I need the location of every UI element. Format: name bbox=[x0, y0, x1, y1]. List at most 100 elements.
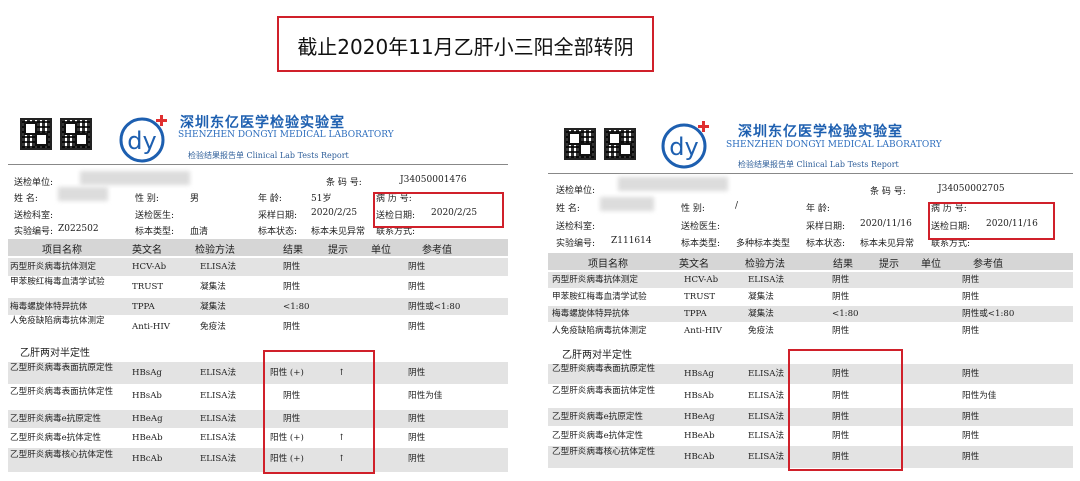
table-row: 丙型肝炎病毒抗体测定 HCV-Ab ELISA法 阴性 阴性 bbox=[548, 272, 1073, 288]
redacted-field bbox=[80, 171, 190, 185]
label-collect-date: 采样日期: bbox=[806, 222, 846, 232]
cell-method: 凝集法 bbox=[748, 292, 774, 302]
cell-method: 免疫法 bbox=[200, 322, 226, 332]
label-sample-type: 标本类型: bbox=[681, 239, 721, 249]
cell-method: 凝集法 bbox=[748, 309, 774, 319]
lab-name-cn: 深圳东亿医学检验实验室 bbox=[180, 115, 345, 131]
cell-name: 梅毒螺旋体特异抗体 bbox=[552, 309, 630, 319]
table-row: 甲苯胺红梅毒血清学试验 TRUST 凝集法 阴性 阴性 bbox=[8, 277, 508, 297]
sample-state-value: 标本未见异常 bbox=[311, 227, 366, 237]
table-row: 乙型肝炎病毒e抗体定性 HBeAb ELISA法 阳性 (+) ↑ 阴性 bbox=[8, 429, 508, 447]
cell-ref: 阳性为佳 bbox=[962, 391, 997, 401]
lab-name-en: SHENZHEN DONGYI MEDICAL LABORATORY bbox=[178, 130, 394, 140]
cell-en: TRUST bbox=[132, 282, 164, 292]
cell-ref: 阴性 bbox=[962, 369, 980, 379]
label-age: 年 龄: bbox=[258, 194, 282, 204]
cell-name: 乙型肝炎病毒e抗原定性 bbox=[552, 412, 644, 422]
cell-result: 阴性 bbox=[283, 262, 301, 272]
cell-result: 阴性 bbox=[283, 322, 301, 332]
svg-text:dy: dy bbox=[669, 133, 698, 161]
col-ref: 参考值 bbox=[422, 245, 452, 256]
cell-en: HCV-Ab bbox=[684, 275, 719, 285]
redacted-field bbox=[600, 197, 654, 211]
highlight-hbv-results bbox=[788, 349, 903, 471]
cell-en: HBcAb bbox=[684, 452, 715, 462]
redacted-field bbox=[618, 177, 728, 191]
col-method: 检验方法 bbox=[195, 245, 235, 256]
table-row: 梅毒螺旋体特异抗体 TPPA 凝集法 <1:80 阴性或<1:80 bbox=[548, 306, 1073, 322]
table-row: 乙型肝炎病毒核心抗体定性 HBcAb ELISA法 阳性 (+) ↑ 阴性 bbox=[8, 448, 508, 472]
cell-ref: 阴性 bbox=[408, 368, 426, 378]
cell-name: 乙型肝炎病毒表面抗原定性 bbox=[552, 364, 656, 374]
cell-ref: 阴性 bbox=[408, 454, 426, 464]
cell-method: ELISA法 bbox=[200, 368, 237, 378]
cell-name: 乙型肝炎病毒e抗原定性 bbox=[10, 414, 102, 424]
cell-result: 阴性 bbox=[832, 275, 850, 285]
cell-name: 乙型肝炎病毒核心抗体定性 bbox=[10, 450, 114, 460]
redacted-field bbox=[58, 187, 108, 201]
cell-en: TPPA bbox=[684, 309, 707, 319]
cell-method: ELISA法 bbox=[748, 369, 785, 379]
cell-method: 凝集法 bbox=[200, 282, 226, 292]
label-doctor: 送检医生: bbox=[135, 211, 175, 221]
cell-result: <1:80 bbox=[283, 302, 310, 312]
cell-ref: 阴性 bbox=[408, 282, 426, 292]
cell-ref: 阴性 bbox=[962, 452, 980, 462]
cell-method: ELISA法 bbox=[200, 391, 237, 401]
cell-result: <1:80 bbox=[832, 309, 859, 319]
table-row: 乙型肝炎病毒表面抗原定性 HBsAg ELISA法 阳性 (+) ↑ 阴性 bbox=[8, 362, 508, 384]
label-exam-no: 实验编号: bbox=[14, 227, 54, 237]
cell-en: HBeAg bbox=[132, 414, 163, 424]
table-header: 项目名称 英文名 检验方法 结果 提示 单位 参考值 bbox=[8, 239, 508, 256]
label-barcode: 条 码 号: bbox=[326, 178, 362, 188]
collect-date-value: 2020/11/16 bbox=[860, 219, 912, 229]
sample-type-value: 多种标本类型 bbox=[736, 239, 791, 249]
cell-en: Anti-HIV bbox=[132, 322, 170, 332]
col-unit: 单位 bbox=[371, 245, 391, 256]
cell-en: HBeAg bbox=[684, 412, 715, 422]
cell-ref: 阴性 bbox=[408, 433, 426, 443]
table-row: 人免疫缺陷病毒抗体测定 Anti-HIV 免疫法 阴性 阴性 bbox=[548, 323, 1073, 339]
cell-method: ELISA法 bbox=[200, 454, 237, 464]
label-barcode: 条 码 号: bbox=[870, 187, 906, 197]
label-gender: 性 别: bbox=[681, 204, 705, 214]
cell-ref: 阴性或<1:80 bbox=[962, 309, 1015, 319]
sample-state-value: 标本未见异常 bbox=[860, 239, 915, 249]
sample-type-value: 血清 bbox=[190, 227, 209, 237]
age-value: 51岁 bbox=[311, 194, 332, 204]
cell-ref: 阴性 bbox=[962, 292, 980, 302]
table-row: 丙型肝炎病毒抗体测定 HCV-Ab ELISA法 阴性 阴性 bbox=[8, 258, 508, 276]
cell-name: 乙型肝炎病毒表面抗原定性 bbox=[10, 363, 114, 373]
report-subtitle: 检验结果报告单 Clinical Lab Tests Report bbox=[188, 151, 349, 160]
label-exam-no: 实验编号: bbox=[556, 239, 596, 249]
highlight-send-date bbox=[928, 202, 1055, 240]
barcode-value: J34050002705 bbox=[938, 184, 1005, 194]
label-name: 姓 名: bbox=[556, 204, 580, 214]
col-result: 结果 bbox=[283, 245, 303, 256]
qr-code-icon bbox=[604, 128, 636, 160]
cell-name: 甲苯胺红梅毒血清学试验 bbox=[10, 277, 105, 287]
cell-result: 阴性 bbox=[832, 326, 850, 336]
table-row: 梅毒螺旋体特异抗体 TPPA 凝集法 <1:80 阴性或<1:80 bbox=[8, 298, 508, 315]
cell-ref: 阴性 bbox=[962, 275, 980, 285]
report-right: dy 深圳东亿医学检验实验室 SHENZHEN DONGYI MEDICAL L… bbox=[548, 115, 1073, 481]
collect-date-value: 2020/2/25 bbox=[311, 208, 358, 218]
gender-value: 男 bbox=[190, 194, 200, 204]
cell-ref: 阴性 bbox=[408, 414, 426, 424]
cell-name: 丙型肝炎病毒抗体测定 bbox=[552, 275, 638, 285]
label-name: 姓 名: bbox=[14, 194, 38, 204]
gender-value: / bbox=[735, 201, 739, 211]
cell-method: ELISA法 bbox=[748, 412, 785, 422]
cell-en: TPPA bbox=[132, 302, 155, 312]
cell-method: ELISA法 bbox=[200, 414, 237, 424]
divider bbox=[548, 173, 1073, 174]
label-dept: 送检科室: bbox=[556, 222, 596, 232]
cell-name: 丙型肝炎病毒抗体测定 bbox=[10, 262, 96, 272]
lab-name-cn: 深圳东亿医学检验实验室 bbox=[738, 124, 903, 140]
exam-no-value: Z111614 bbox=[611, 236, 652, 246]
report-left: dy 深圳东亿医学检验实验室 SHENZHEN DONGYI MEDICAL L… bbox=[8, 108, 508, 481]
highlight-send-date bbox=[373, 192, 504, 228]
col-ref: 参考值 bbox=[973, 259, 1003, 270]
cell-name: 人免疫缺陷病毒抗体测定 bbox=[552, 326, 647, 336]
headline-box: 截止2020年11月乙肝小三阳全部转阴 bbox=[277, 16, 654, 72]
